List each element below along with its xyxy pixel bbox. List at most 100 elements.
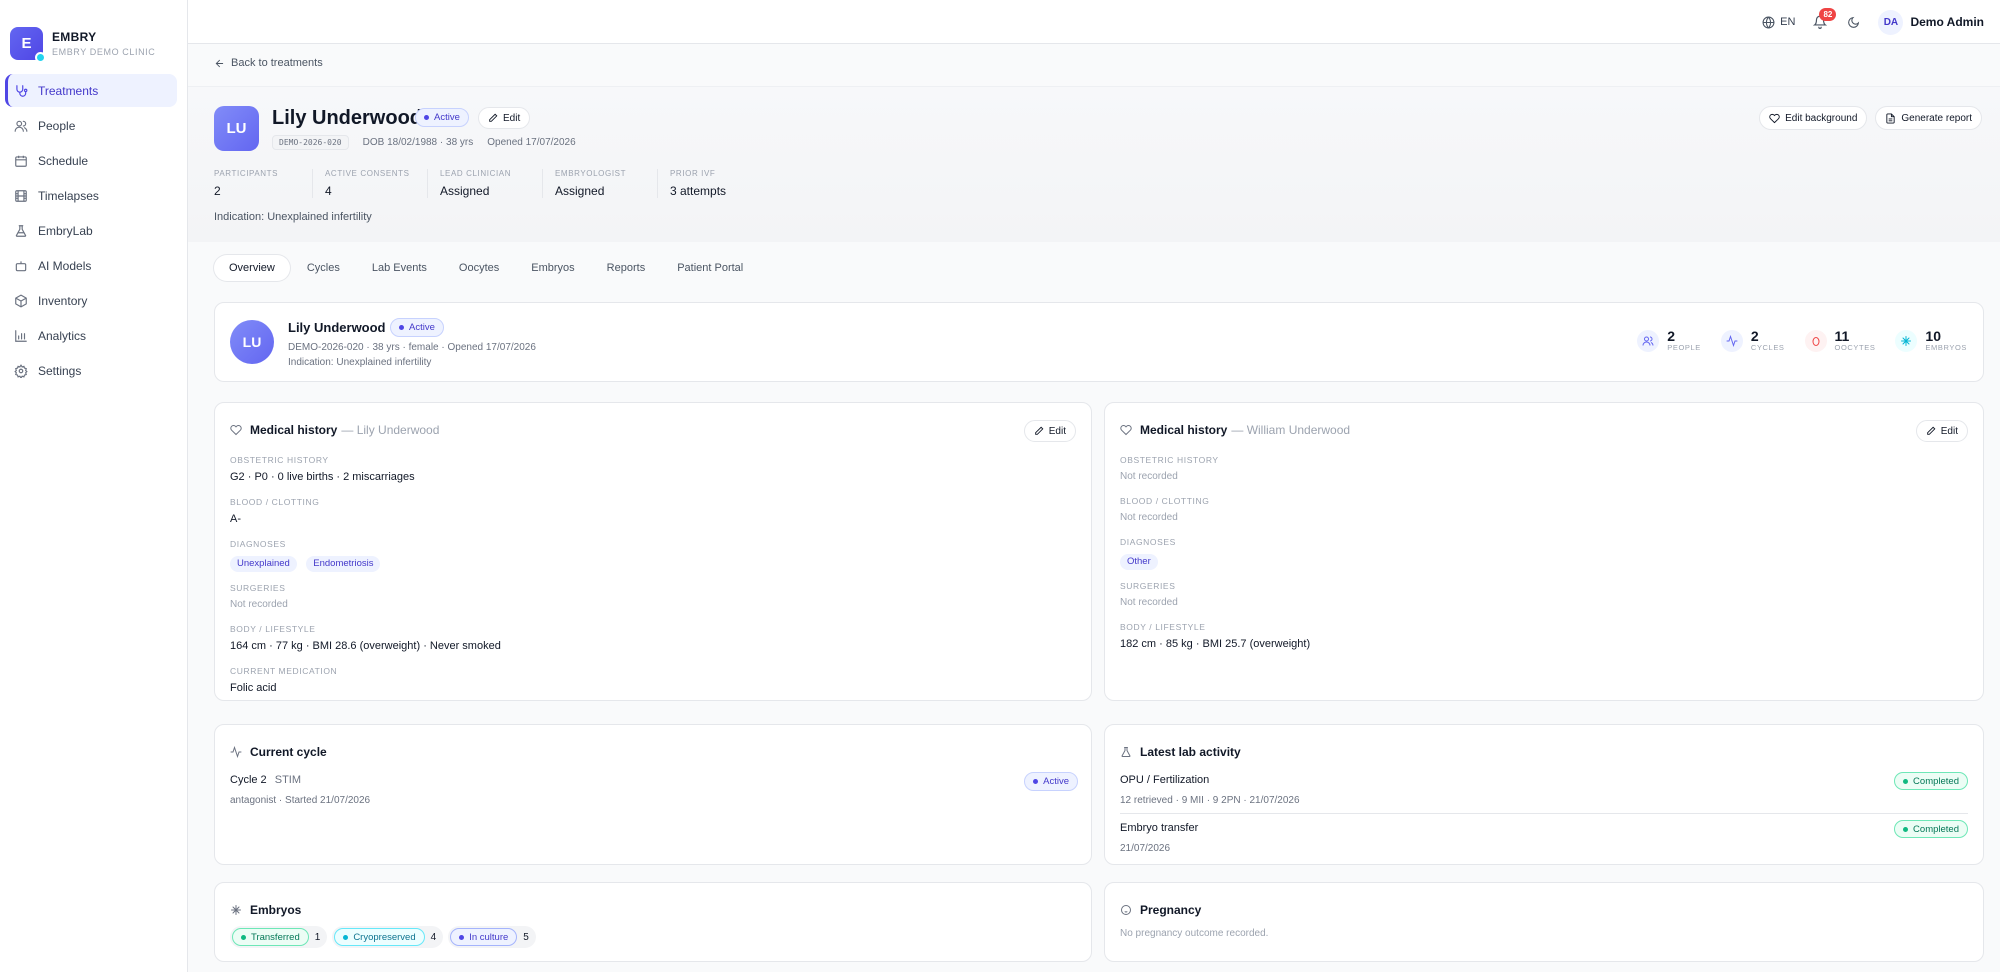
sidebar-item-label: Settings	[38, 363, 82, 378]
flask-icon	[15, 224, 27, 237]
sidebar-item-ai-models[interactable]: AI Models	[5, 249, 177, 282]
avatar: LU	[230, 320, 274, 364]
list-item[interactable]: Embryo transfer 21/07/2026 Completed	[1120, 815, 1968, 860]
edit-background-button[interactable]: Edit background	[1759, 106, 1868, 130]
embryos-card: Embryos Transferred 1 Cryopreserved 4 In…	[214, 882, 1092, 962]
status-badge: Completed	[1894, 772, 1968, 790]
sidebar-item-settings[interactable]: Settings	[5, 354, 177, 387]
sidebar-item-label: EmbryLab	[38, 223, 93, 238]
stat-embryologist: EMBRYOLOGIST Assigned	[542, 169, 657, 198]
sidebar-item-timelapses[interactable]: Timelapses	[5, 179, 177, 212]
user-menu[interactable]: DA Demo Admin	[1878, 9, 1984, 35]
sidebar-nav: Treatments People Schedule Timelapses Em…	[0, 74, 187, 387]
pencil-icon	[1034, 426, 1044, 435]
calendar-icon	[15, 155, 27, 167]
edit-medical-history-button[interactable]: Edit	[1915, 420, 1968, 442]
obstetric-history: G2 · P0 · 0 live births · 2 miscarriages	[230, 471, 415, 483]
card-title: Embryos	[230, 903, 301, 917]
embryo-group-in-culture[interactable]: In culture 5	[448, 926, 536, 948]
notification-count-badge: 82	[1819, 8, 1837, 21]
card-title: Current cycle	[230, 745, 327, 759]
counter-oocytes: 11 OOCYTES	[1804, 329, 1876, 352]
user-name: Demo Admin	[1910, 15, 1984, 29]
blood-type: Not recorded	[1120, 512, 1178, 523]
tab-embryos[interactable]: Embryos	[516, 255, 589, 281]
tab-reports[interactable]: Reports	[592, 255, 661, 281]
back-to-treatments-link[interactable]: Back to treatments	[214, 57, 323, 69]
blood-type: A-	[230, 513, 241, 525]
sidebar-item-label: AI Models	[38, 258, 92, 273]
card-title: Medical history — Lily Underwood	[230, 423, 439, 437]
sidebar-item-people[interactable]: People	[5, 109, 177, 142]
counter-people: 2 PEOPLE	[1637, 329, 1701, 352]
activity-icon	[1720, 329, 1743, 352]
brand[interactable]: E EMBRY EMBRY DEMO CLINIC	[0, 0, 187, 70]
baby-icon	[1121, 905, 1131, 915]
heart-pulse-icon	[1769, 113, 1780, 123]
sidebar-item-label: Inventory	[38, 293, 88, 308]
medical-fields: OBSTETRIC HISTORY Not recorded BLOOD / C…	[1120, 455, 1311, 650]
users-icon	[1637, 329, 1660, 352]
language-switcher[interactable]: EN	[1762, 16, 1795, 29]
lab-activity-card: Latest lab activity OPU / Fertilization …	[1104, 724, 1984, 865]
tab-patient-portal[interactable]: Patient Portal	[662, 255, 758, 281]
cycle-details: antagonist · Started 21/07/2026	[230, 795, 371, 806]
header-actions: Edit background Generate report	[1751, 106, 1982, 130]
sidebar-item-schedule[interactable]: Schedule	[5, 144, 177, 177]
edit-patient-button[interactable]: Edit	[478, 107, 531, 129]
embryo-status-groups: Transferred 1 Cryopreserved 4 In culture…	[230, 926, 541, 948]
pregnancy-empty-text: No pregnancy outcome recorded.	[1120, 928, 1269, 939]
patient-opened: Opened 17/07/2026	[487, 137, 576, 148]
tab-lab-events[interactable]: Lab Events	[357, 255, 442, 281]
card-title: Medical history — William Underwood	[1120, 423, 1350, 437]
embryo-group-cryopreserved[interactable]: Cryopreserved 4	[332, 926, 444, 948]
medical-fields: OBSTETRIC HISTORY G2 · P0 · 0 live birth…	[230, 455, 501, 694]
edit-medical-history-button[interactable]: Edit	[1023, 420, 1076, 442]
film-icon	[15, 189, 27, 202]
avatar: LU	[214, 106, 259, 151]
patient-meta: DEMO-2026-020 DOB 18/02/1988 · 38 yrs Op…	[272, 135, 576, 150]
sidebar-item-inventory[interactable]: Inventory	[5, 284, 177, 317]
medical-history-card-lily: Medical history — Lily Underwood Edit OB…	[214, 402, 1092, 701]
surgeries: Not recorded	[1120, 597, 1178, 608]
sidebar-item-treatments[interactable]: Treatments	[5, 74, 177, 107]
patient-code: DEMO-2026-020	[272, 135, 349, 150]
diagnosis-tag: Endometriosis	[306, 556, 381, 572]
patient-indication: Indication: Unexplained infertility	[214, 211, 372, 223]
body-lifestyle: 164 cm · 77 kg · BMI 28.6 (overweight) ·…	[230, 640, 501, 652]
generate-report-button[interactable]: Generate report	[1875, 106, 1982, 130]
file-text-icon	[1886, 112, 1896, 124]
stethoscope-icon	[16, 84, 28, 97]
gear-icon	[14, 363, 28, 378]
theme-toggle[interactable]	[1847, 16, 1860, 29]
patient-summary-card: LU Lily Underwood Active DEMO-2026-020 ·…	[214, 302, 1984, 382]
avatar: DA	[1878, 9, 1904, 35]
pregnancy-card: Pregnancy No pregnancy outcome recorded.	[1104, 882, 1984, 962]
globe-icon	[1762, 16, 1775, 28]
sidebar-item-label: Analytics	[38, 328, 87, 343]
brand-name: EMBRY	[52, 29, 97, 44]
clinic-name: EMBRY DEMO CLINIC	[52, 46, 156, 57]
body-lifestyle: 182 cm · 85 kg · BMI 25.7 (overweight)	[1120, 638, 1311, 650]
heart-pulse-icon	[230, 424, 242, 436]
sidebar-item-label: Timelapses	[38, 188, 99, 203]
tab-cycles[interactable]: Cycles	[292, 255, 355, 281]
arrow-left-icon	[215, 59, 224, 67]
cycle-name[interactable]: Cycle 2 STIM	[230, 774, 301, 786]
embryo-group-transferred[interactable]: Transferred 1	[230, 926, 328, 948]
tab-bar: Overview Cycles Lab Events Oocytes Embry…	[214, 255, 760, 281]
patient-dob: DOB 18/02/1988 · 38 yrs	[362, 137, 474, 148]
tab-overview[interactable]: Overview	[214, 255, 290, 281]
sidebar-item-analytics[interactable]: Analytics	[5, 319, 177, 352]
bar-chart-icon	[15, 329, 27, 342]
card-title: Pregnancy	[1120, 903, 1201, 917]
list-item[interactable]: OPU / Fertilization 12 retrieved · 9 MII…	[1120, 767, 1968, 814]
pencil-icon	[1926, 426, 1936, 435]
sidebar-item-label: People	[38, 118, 76, 133]
current-cycle-card: Current cycle Cycle 2 STIM Active antago…	[214, 724, 1092, 865]
notifications-button[interactable]: 82	[1813, 8, 1837, 29]
language-label: EN	[1780, 16, 1796, 28]
sidebar-item-embrylab[interactable]: EmbryLab	[5, 214, 177, 247]
sparkle-icon	[231, 905, 241, 915]
tab-oocytes[interactable]: Oocytes	[444, 255, 514, 281]
